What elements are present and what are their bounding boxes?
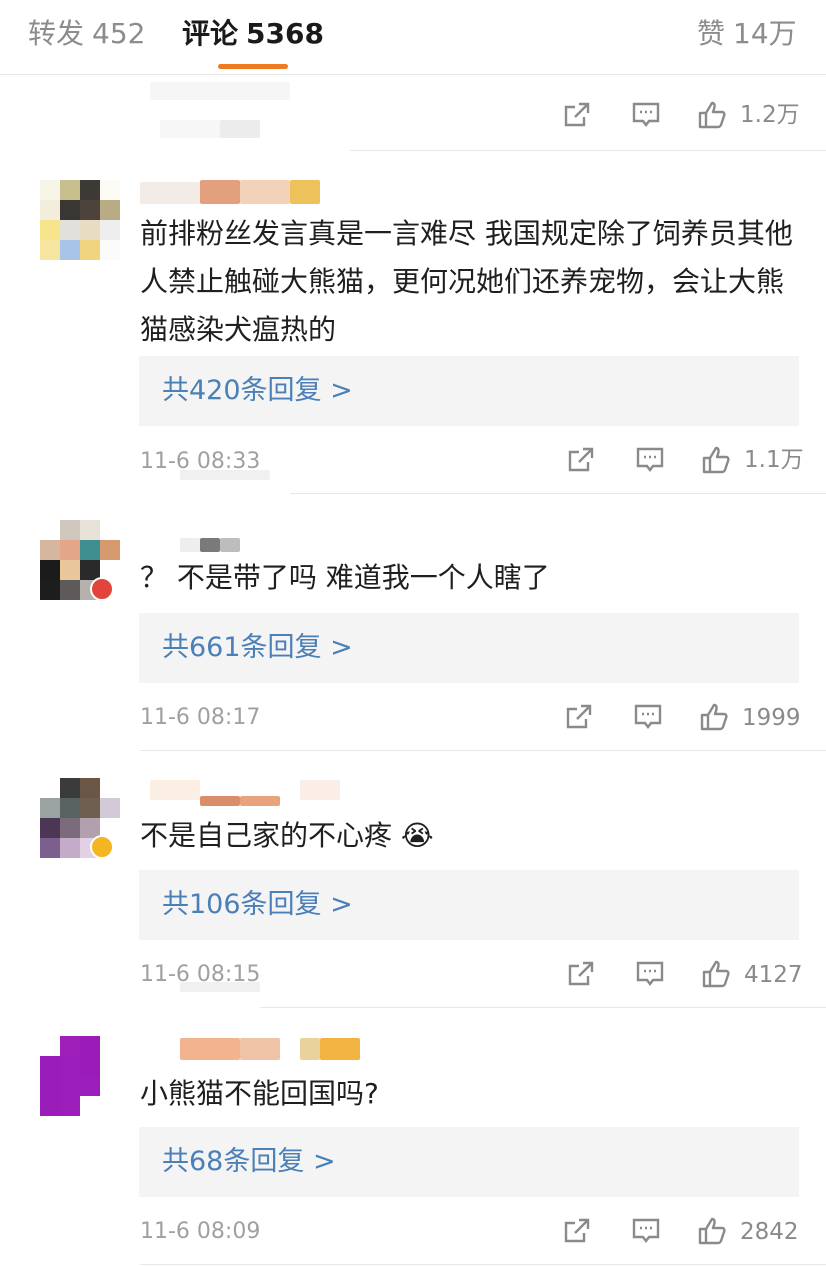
comment-time: 11-6 08:09 [140, 1219, 261, 1244]
username-blurred [300, 1038, 320, 1060]
tab-comments-label: 评论 [182, 17, 239, 50]
reply-summary[interactable]: 共68条回复 > [139, 1127, 799, 1197]
header-divider [0, 74, 826, 75]
divider [140, 1264, 826, 1265]
comment-text: 不是自己家的不心疼 😭 [140, 819, 434, 852]
like-count: 2842 [740, 1219, 799, 1245]
comment-text: 前排粉丝发言真是一言难尽 我国规定除了饲养员其他人禁止触碰大熊猫，更何况她们还养… [140, 217, 793, 346]
share-icon[interactable] [566, 959, 596, 989]
like-count: 1999 [742, 705, 801, 731]
reply-summary-link[interactable]: 共661条回复 > [162, 627, 353, 669]
username-blurred [300, 780, 340, 800]
username-blurred [240, 796, 280, 806]
username-blurred [200, 538, 220, 552]
avatar[interactable] [40, 180, 120, 260]
comment-text: 小熊猫不能回国吗? [140, 1077, 379, 1110]
tab-likes-count: 14万 [733, 17, 797, 50]
username-blurred [290, 180, 320, 204]
blurred-text [180, 982, 260, 992]
like-count: 1.1万 [744, 447, 804, 473]
username-blurred[interactable] [180, 1038, 240, 1060]
blurred-text [150, 82, 290, 100]
share-icon[interactable] [564, 702, 594, 732]
divider [290, 493, 826, 494]
comment-icon[interactable] [631, 1216, 661, 1246]
comment-icon[interactable] [633, 702, 663, 732]
tab-likes-label: 赞 [697, 17, 726, 50]
reply-summary[interactable]: 共106条回复 > [139, 870, 799, 940]
verified-badge-icon [90, 835, 114, 859]
username-blurred [320, 1038, 360, 1060]
thumbs-up-icon[interactable] [701, 445, 731, 475]
like-count: 4127 [744, 962, 803, 988]
reply-summary-link[interactable]: 共68条回复 > [162, 1141, 336, 1183]
username-blurred[interactable] [150, 780, 200, 800]
thumbs-up-icon[interactable] [697, 1216, 727, 1246]
divider [350, 150, 826, 151]
comment-text: ？ 不是带了吗 难道我一个人瞎了 [140, 561, 550, 594]
tab-reposts[interactable]: 转发 452 [28, 14, 145, 54]
username-blurred[interactable] [180, 538, 200, 552]
reply-summary-link[interactable]: 共420条回复 > [162, 370, 353, 412]
thumbs-up-icon[interactable] [697, 100, 727, 130]
comment-icon[interactable] [635, 959, 665, 989]
share-icon[interactable] [562, 1216, 592, 1246]
blurred-text [160, 120, 220, 138]
share-icon[interactable] [566, 445, 596, 475]
reply-summary[interactable]: 共420条回复 > [139, 356, 799, 426]
divider [140, 750, 826, 751]
username-blurred [220, 538, 240, 552]
reply-summary-link[interactable]: 共106条回复 > [162, 884, 353, 926]
tab-reposts-count: 452 [92, 17, 146, 50]
tab-comments[interactable]: 评论 5368 [182, 14, 324, 54]
blurred-text [180, 470, 270, 480]
tab-likes[interactable]: 赞 14万 [697, 14, 797, 54]
verified-badge-icon [90, 577, 114, 601]
avatar[interactable] [40, 1036, 120, 1116]
thumbs-up-icon[interactable] [701, 959, 731, 989]
username-blurred [240, 180, 290, 204]
username-blurred [200, 796, 240, 806]
share-icon[interactable] [562, 100, 592, 130]
blurred-text [220, 120, 260, 138]
divider [260, 1007, 826, 1008]
username-blurred [240, 1038, 280, 1060]
username-blurred [200, 180, 240, 204]
thumbs-up-icon[interactable] [699, 702, 729, 732]
like-count: 1.2万 [740, 102, 800, 128]
comment-time: 11-6 08:17 [140, 705, 261, 730]
username-blurred[interactable] [140, 182, 200, 204]
tab-reposts-label: 转发 [28, 17, 85, 50]
comment-icon[interactable] [635, 445, 665, 475]
active-tab-indicator [218, 64, 288, 69]
reply-summary[interactable]: 共661条回复 > [139, 613, 799, 683]
tab-comments-count: 5368 [246, 17, 324, 50]
comment-icon[interactable] [631, 100, 661, 130]
